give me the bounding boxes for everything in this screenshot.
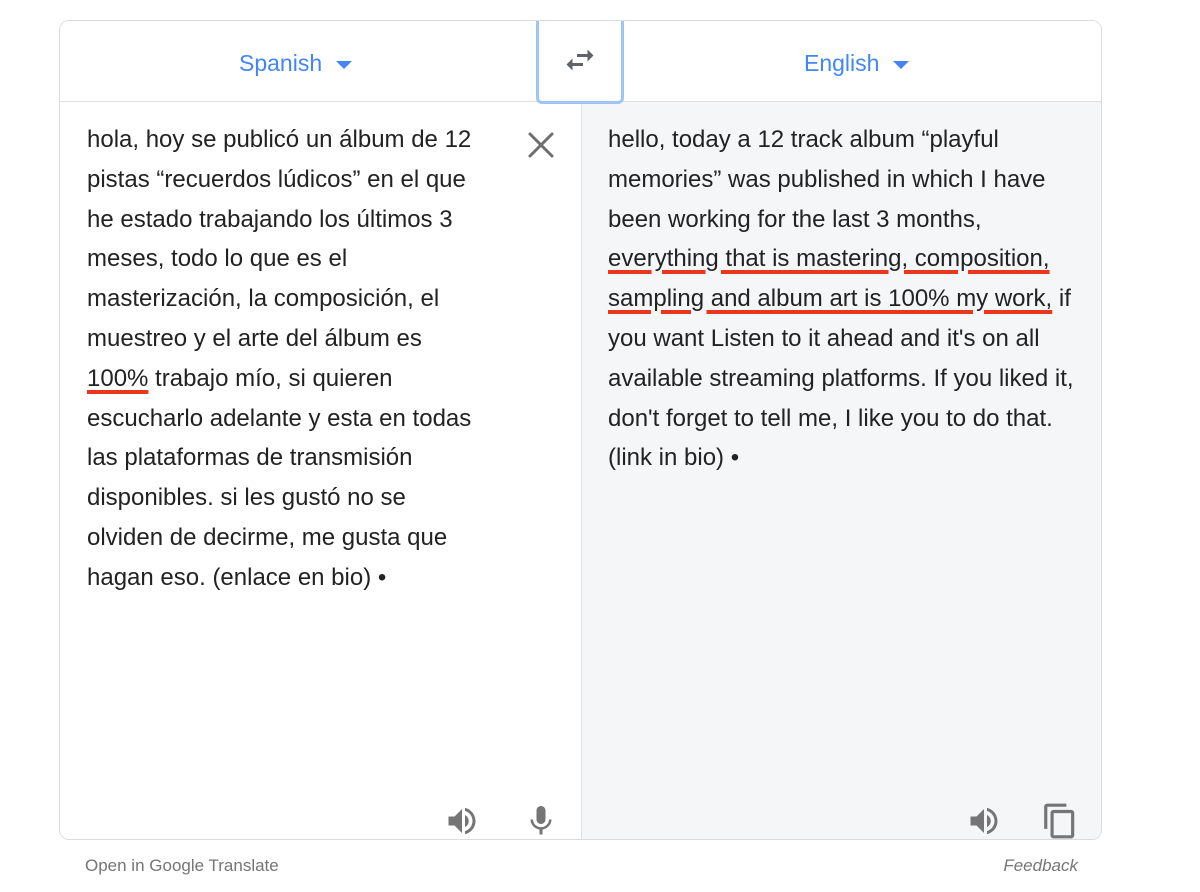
swap-languages-button[interactable] — [536, 21, 624, 104]
source-text[interactable]: hola, hoy se publicó un álbum de 12 pist… — [87, 120, 477, 598]
source-language-select[interactable]: Spanish — [239, 47, 353, 79]
listen-source-button[interactable] — [442, 801, 482, 839]
source-panel: hola, hoy se publicó un álbum de 12 pist… — [60, 102, 582, 839]
target-language-label: English — [804, 49, 880, 76]
target-language-select[interactable]: English — [804, 47, 910, 79]
speaker-icon — [448, 807, 476, 835]
clear-source-button[interactable] — [526, 130, 556, 160]
translated-text-highlight: everything that is mastering, compositio… — [608, 245, 1053, 313]
caret-down-icon — [893, 61, 910, 69]
target-panel: hello, today a 12 track album “playful m… — [582, 102, 1101, 839]
feedback-label[interactable]: Feedback — [1003, 856, 1078, 875]
listen-translation-button[interactable] — [964, 801, 1004, 839]
copy-translation-button[interactable] — [1040, 801, 1080, 839]
source-text-segment: hola, hoy se publicó un álbum de 12 pist… — [87, 126, 472, 352]
source-text-segment: trabajo mío, si quieren escucharlo adela… — [87, 364, 472, 591]
voice-input-button[interactable] — [521, 801, 561, 839]
speaker-icon — [970, 807, 998, 835]
caret-down-icon — [336, 61, 353, 69]
translated-text-segment: if you want Listen to it ahead and it's … — [608, 285, 1074, 472]
microphone-icon — [530, 806, 552, 835]
translate-widget: Spanish English hola, hoy se publicó un … — [59, 20, 1102, 840]
open-in-translate-link[interactable]: Open in Google Translate — [85, 856, 279, 876]
copy-icon — [1044, 803, 1075, 839]
source-language-label: Spanish — [239, 49, 323, 76]
close-icon — [528, 132, 554, 158]
translated-text: hello, today a 12 track album “playful m… — [608, 120, 1088, 478]
feedback-link[interactable]: Feedback — [1003, 856, 1078, 876]
swap-icon — [566, 49, 594, 71]
open-in-translate-label[interactable]: Open in Google Translate — [85, 856, 279, 875]
source-text-highlight: 100% — [87, 364, 149, 392]
translated-text-segment: hello, today a 12 track album “playful m… — [608, 126, 1046, 233]
